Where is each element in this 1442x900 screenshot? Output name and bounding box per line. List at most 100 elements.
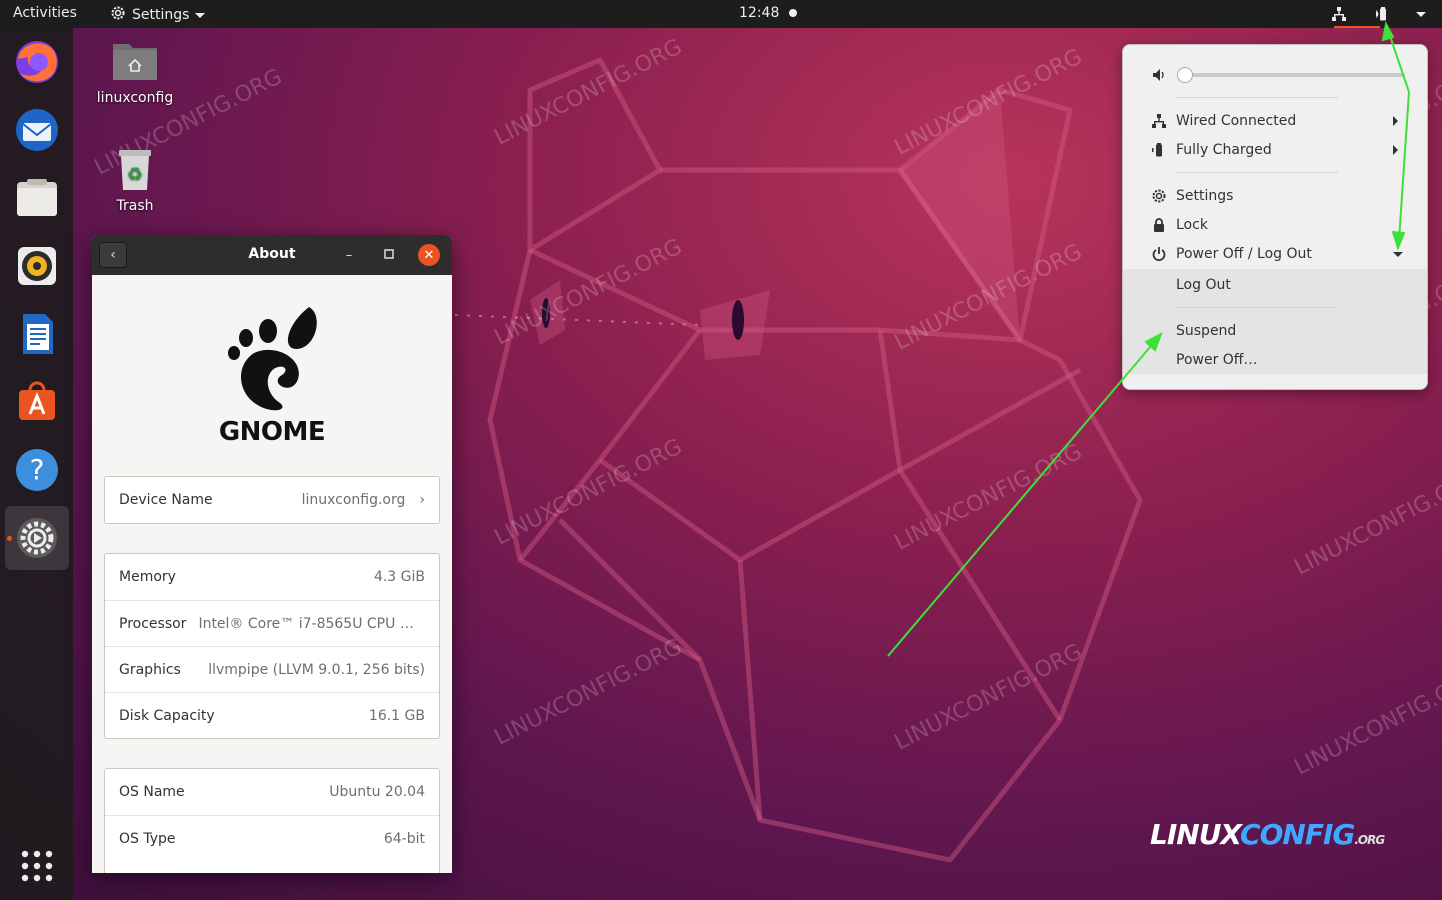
gnome-wordmark: GNOME <box>218 417 326 447</box>
dock-libreoffice-writer[interactable] <box>5 302 69 366</box>
window-titlebar[interactable]: ‹ About – ✕ <box>92 235 452 275</box>
dock-show-applications[interactable] <box>5 834 69 898</box>
dock-thunderbird[interactable] <box>5 98 69 162</box>
graphics-row: Graphics llvmpipe (LLVM 9.0.1, 256 bits) <box>105 646 439 692</box>
dock-rhythmbox[interactable] <box>5 234 69 298</box>
gear-icon <box>1150 187 1168 205</box>
dock-files[interactable] <box>5 166 69 230</box>
menu-item-label: Suspend <box>1176 323 1237 339</box>
linuxconfig-brand-logo: LINUXCONFIG.ORG <box>1150 818 1385 851</box>
menu-separator <box>1176 97 1338 98</box>
row-value: Ubuntu 20.04 <box>329 784 425 800</box>
software-store-icon <box>19 381 55 420</box>
log-out-item[interactable]: Log Out <box>1123 271 1427 299</box>
running-indicator <box>7 536 12 541</box>
speaker-icon <box>18 247 56 285</box>
row-value: linuxconfig.org <box>301 492 406 508</box>
maximize-button[interactable] <box>378 244 400 266</box>
brand-linux: LINUX <box>1150 818 1241 851</box>
top-bar: Activities Settings 12:48 <box>0 0 1442 28</box>
desktop-home-folder[interactable]: linuxconfig <box>90 38 180 106</box>
menu-item-label: Settings <box>1176 188 1234 204</box>
minimize-button[interactable]: – <box>338 244 360 266</box>
row-label: Memory <box>119 569 176 585</box>
disk-capacity-row: Disk Capacity 16.1 GB <box>105 692 439 738</box>
app-menu-label: Settings <box>132 7 190 23</box>
dock-firefox[interactable] <box>5 30 69 94</box>
thunderbird-icon <box>16 109 58 151</box>
os-group: OS Name Ubuntu 20.04 OS Type 64-bit <box>104 768 440 873</box>
chevron-down-icon <box>1393 252 1403 257</box>
close-button[interactable]: ✕ <box>418 244 440 266</box>
power-off-log-out-item[interactable]: Power Off / Log Out <box>1123 240 1427 268</box>
dock-settings[interactable] <box>5 506 69 570</box>
chevron-right-icon <box>1393 116 1398 126</box>
row-label: Device Name <box>119 492 213 508</box>
menu-item-label: Wired Connected <box>1176 113 1297 129</box>
menu-separator <box>1176 172 1338 173</box>
gnome-foot-icon <box>228 307 317 411</box>
minimize-icon: – <box>345 247 353 263</box>
row-value: llvmpipe (LLVM 9.0.1, 256 bits) <box>208 661 425 678</box>
lock-icon <box>1150 216 1168 234</box>
row-label: OS Type <box>119 830 176 847</box>
chevron-down-icon <box>195 12 206 18</box>
power-submenu: Log Out Suspend Power Off… <box>1123 269 1427 374</box>
settings-item[interactable]: Settings <box>1123 182 1427 210</box>
dock: ? <box>0 28 73 900</box>
volume-icon <box>1150 66 1168 84</box>
clock-time: 12:48 <box>739 5 780 21</box>
folder-icon <box>17 179 57 216</box>
system-tray[interactable] <box>1328 4 1426 24</box>
chevron-right-icon: › <box>419 492 425 508</box>
desktop-trash[interactable]: ♻ Trash <box>90 146 180 214</box>
lock-item[interactable]: Lock <box>1123 211 1427 239</box>
volume-slider[interactable] <box>1185 73 1405 77</box>
about-window: ‹ About – ✕ GNOME Device Name linuxconfi… <box>92 235 452 873</box>
os-name-row: OS Name Ubuntu 20.04 <box>105 769 439 815</box>
row-value: 64-bit <box>383 830 425 847</box>
gnome-logo: GNOME <box>92 305 452 447</box>
battery-icon <box>1150 141 1168 159</box>
brand-org: .ORG <box>1354 833 1385 847</box>
menu-item-label: Lock <box>1176 217 1208 233</box>
device-name-group: Device Name linuxconfig.org › <box>104 476 440 524</box>
wired-connected-item[interactable]: Wired Connected <box>1123 107 1427 135</box>
suspend-item[interactable]: Suspend <box>1123 317 1427 345</box>
close-icon: ✕ <box>423 247 435 263</box>
brand-config: CONFIG <box>1240 818 1355 851</box>
power-off-item[interactable]: Power Off… <box>1123 346 1427 374</box>
row-label: Graphics <box>119 661 181 678</box>
dock-help[interactable]: ? <box>5 438 69 502</box>
battery-icon[interactable] <box>1372 4 1394 24</box>
app-menu-button[interactable]: Settings <box>110 5 206 25</box>
chevron-right-icon <box>1393 145 1398 155</box>
os-type-row: OS Type 64-bit <box>105 815 439 861</box>
desktop-icon-label: Trash <box>116 198 154 214</box>
row-label: Processor <box>119 615 187 632</box>
maximize-icon <box>384 248 394 263</box>
svg-text:?: ? <box>30 453 45 486</box>
settings-gear-icon <box>17 518 57 558</box>
network-icon[interactable] <box>1328 4 1350 24</box>
row-label: OS Name <box>119 784 185 800</box>
tray-active-indicator <box>1334 26 1380 28</box>
activities-button[interactable]: Activities <box>13 5 77 21</box>
row-value: Intel® Core™ i7-8565U CPU @ 1… <box>198 615 425 632</box>
row-label: Disk Capacity <box>119 707 215 724</box>
desktop-icon-label: linuxconfig <box>96 90 174 106</box>
processor-row: Processor Intel® Core™ i7-8565U CPU @ 1… <box>105 600 439 646</box>
fully-charged-item[interactable]: Fully Charged <box>1123 136 1427 164</box>
dock-software[interactable] <box>5 370 69 434</box>
volume-slider-handle[interactable] <box>1177 67 1193 83</box>
row-value: 4.3 GiB <box>373 569 425 585</box>
trash-icon: ♻ <box>111 146 159 194</box>
app-grid-icon <box>21 850 53 882</box>
svg-text:♻: ♻ <box>127 164 143 185</box>
device-name-row[interactable]: Device Name linuxconfig.org › <box>105 477 439 523</box>
system-menu: Wired Connected Fully Charged Settings L… <box>1122 44 1428 390</box>
clock-button[interactable]: 12:48 <box>739 5 798 21</box>
row-value: 16.1 GB <box>368 707 425 724</box>
home-folder-icon <box>111 38 159 86</box>
system-menu-chevron-icon[interactable] <box>1416 11 1426 17</box>
